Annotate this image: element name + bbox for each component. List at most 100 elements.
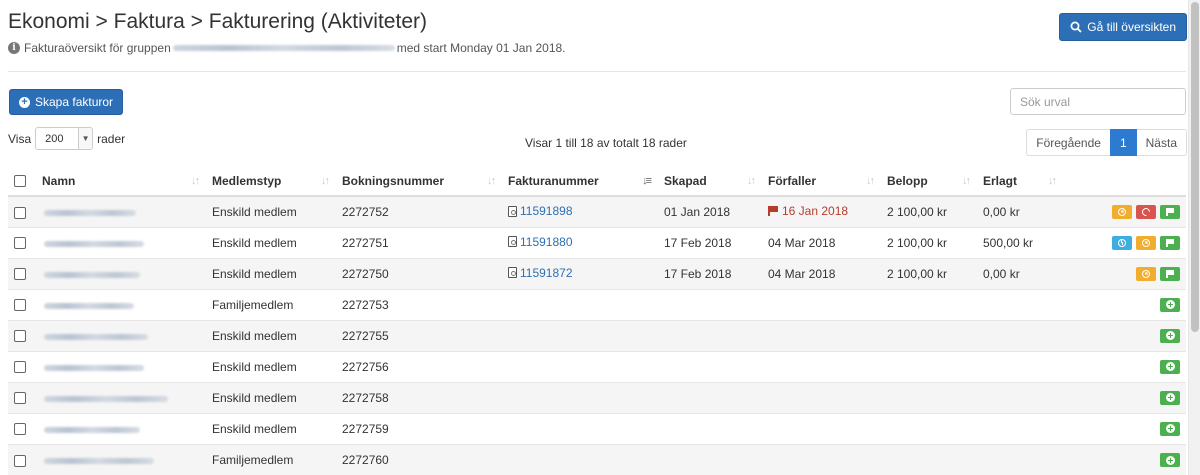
row-checkbox[interactable]	[14, 268, 26, 281]
due-cell	[762, 443, 881, 475]
invoice-table: Namn ↓↑ Medlemstyp ↓↑ Bokningsnummer ↓↑ Fak…	[8, 166, 1186, 475]
booking-number-cell: 2272753	[336, 288, 502, 320]
flag-button[interactable]	[1160, 205, 1180, 220]
paid-cell	[977, 350, 1063, 382]
column-header-bokningsnummer[interactable]: Bokningsnummer ↓↑	[336, 166, 502, 197]
cancel-icon	[1118, 208, 1126, 217]
cancel-invoice-button[interactable]	[1136, 266, 1156, 281]
paid-cell: 500,00 kr	[977, 226, 1063, 258]
flag-icon	[1166, 208, 1174, 217]
page-size-select[interactable]: 200 ▼	[35, 127, 94, 150]
row-checkbox[interactable]	[14, 330, 26, 343]
member-type-cell: Familjemedlem	[206, 443, 336, 475]
column-header-medlemstyp[interactable]: Medlemstyp ↓↑	[206, 166, 336, 197]
column-header-erlagt[interactable]: Erlagt ↓↑	[977, 166, 1063, 197]
row-checkbox[interactable]	[14, 237, 26, 250]
sort-icon: ↓↑	[866, 175, 875, 187]
column-label: Skapad	[664, 173, 707, 188]
invoice-number-cell	[502, 412, 658, 444]
table-row: Enskild medlem 2272758	[8, 381, 1186, 413]
row-select-cell	[8, 412, 36, 444]
invoice-link[interactable]: 11591872	[508, 266, 573, 280]
row-checkbox[interactable]	[14, 423, 26, 436]
scrollbar-thumb[interactable]	[1191, 2, 1199, 332]
due-date: 16 Jan 2018	[782, 204, 849, 219]
pagination-page-1[interactable]: 1	[1109, 129, 1137, 156]
search-input[interactable]	[1010, 88, 1186, 115]
page-subtitle: i Fakturaöversikt för gruppen med start …	[8, 41, 566, 55]
amount-cell	[881, 412, 977, 444]
row-checkbox[interactable]	[14, 454, 26, 467]
sort-icon: ↓↑	[487, 175, 496, 187]
member-type-cell: Familjemedlem	[206, 288, 336, 320]
row-select-cell	[8, 257, 36, 289]
actions-cell	[1063, 226, 1186, 258]
column-header-belopp[interactable]: Belopp ↓↑	[881, 166, 977, 197]
header-divider	[8, 71, 1186, 72]
sort-icon: ↓↑	[962, 175, 971, 187]
column-label: Bokningsnummer	[342, 173, 445, 188]
select-all-checkbox[interactable]	[14, 175, 26, 188]
column-header-namn[interactable]: Namn ↓↑	[36, 166, 206, 197]
actions-cell	[1063, 381, 1186, 413]
page-scrollbar[interactable]	[1188, 0, 1200, 475]
amount-cell	[881, 288, 977, 320]
sort-icon: ↓↑	[321, 175, 330, 187]
redacted-member-name	[44, 426, 140, 433]
select-all-cell	[8, 166, 36, 197]
row-checkbox[interactable]	[14, 392, 26, 405]
show-label: Visa	[8, 131, 32, 146]
flag-button[interactable]	[1160, 266, 1180, 281]
row-checkbox[interactable]	[14, 206, 26, 219]
add-invoice-button[interactable]	[1160, 390, 1180, 405]
plus-circle-icon	[1165, 362, 1175, 372]
add-invoice-button[interactable]	[1160, 359, 1180, 374]
invoice-number-cell	[502, 350, 658, 382]
pdf-file-icon	[508, 267, 517, 279]
subtitle-prefix: Fakturaöversikt för gruppen	[24, 41, 171, 55]
name-cell	[36, 257, 206, 289]
paid-cell	[977, 412, 1063, 444]
page-size-control: Visa 200 ▼ rader	[8, 127, 125, 150]
name-cell	[36, 381, 206, 413]
column-header-skapad[interactable]: Skapad ↓↑	[658, 166, 762, 197]
add-invoice-button[interactable]	[1160, 328, 1180, 343]
amount-cell: 2 100,00 kr	[881, 226, 977, 258]
pagination: Föregående 1 Nästa	[1026, 129, 1187, 156]
row-checkbox[interactable]	[14, 361, 26, 374]
row-checkbox[interactable]	[14, 299, 26, 312]
add-invoice-button[interactable]	[1160, 421, 1180, 436]
actions-cell	[1063, 412, 1186, 444]
pagination-previous[interactable]: Föregående	[1026, 129, 1110, 156]
cancel-invoice-button[interactable]	[1112, 205, 1132, 220]
due-cell	[762, 412, 881, 444]
add-invoice-button[interactable]	[1160, 297, 1180, 312]
column-header-forfaller[interactable]: Förfaller ↓↑	[762, 166, 881, 197]
subtitle-suffix: med start Monday 01 Jan 2018.	[396, 41, 566, 55]
member-type-cell: Enskild medlem	[206, 319, 336, 351]
pagination-next[interactable]: Nästa	[1136, 129, 1187, 156]
cancel-invoice-button[interactable]	[1136, 235, 1156, 250]
redacted-member-name	[44, 209, 136, 216]
invoice-link[interactable]: 11591880	[508, 235, 573, 249]
invoice-link[interactable]: 11591898	[508, 204, 573, 218]
booking-number-cell: 2272755	[336, 319, 502, 351]
table-row: Enskild medlem 2272752 11591898 01 Jan 2018…	[8, 195, 1186, 227]
booking-number-cell: 2272760	[336, 443, 502, 475]
invoice-number: 11591880	[520, 234, 573, 249]
reminder-button[interactable]	[1112, 235, 1132, 250]
table-row: Enskild medlem 2272750 11591872 17 Feb 2018…	[8, 257, 1186, 289]
column-header-fakturanummer[interactable]: Fakturanummer ↓≡	[502, 166, 658, 197]
search-icon	[1070, 21, 1082, 33]
member-type-cell: Enskild medlem	[206, 226, 336, 258]
amount-cell	[881, 319, 977, 351]
undo-button[interactable]	[1136, 205, 1156, 220]
create-invoices-button[interactable]: + Skapa fakturor	[9, 89, 124, 115]
go-to-overview-button[interactable]: Gå till översikten	[1059, 13, 1187, 41]
pdf-file-icon	[508, 236, 517, 248]
flag-button[interactable]	[1160, 235, 1180, 250]
add-invoice-button[interactable]	[1160, 453, 1180, 468]
redacted-member-name	[44, 364, 144, 371]
amount-cell	[881, 381, 977, 413]
sort-icon: ↓↑	[747, 175, 756, 187]
